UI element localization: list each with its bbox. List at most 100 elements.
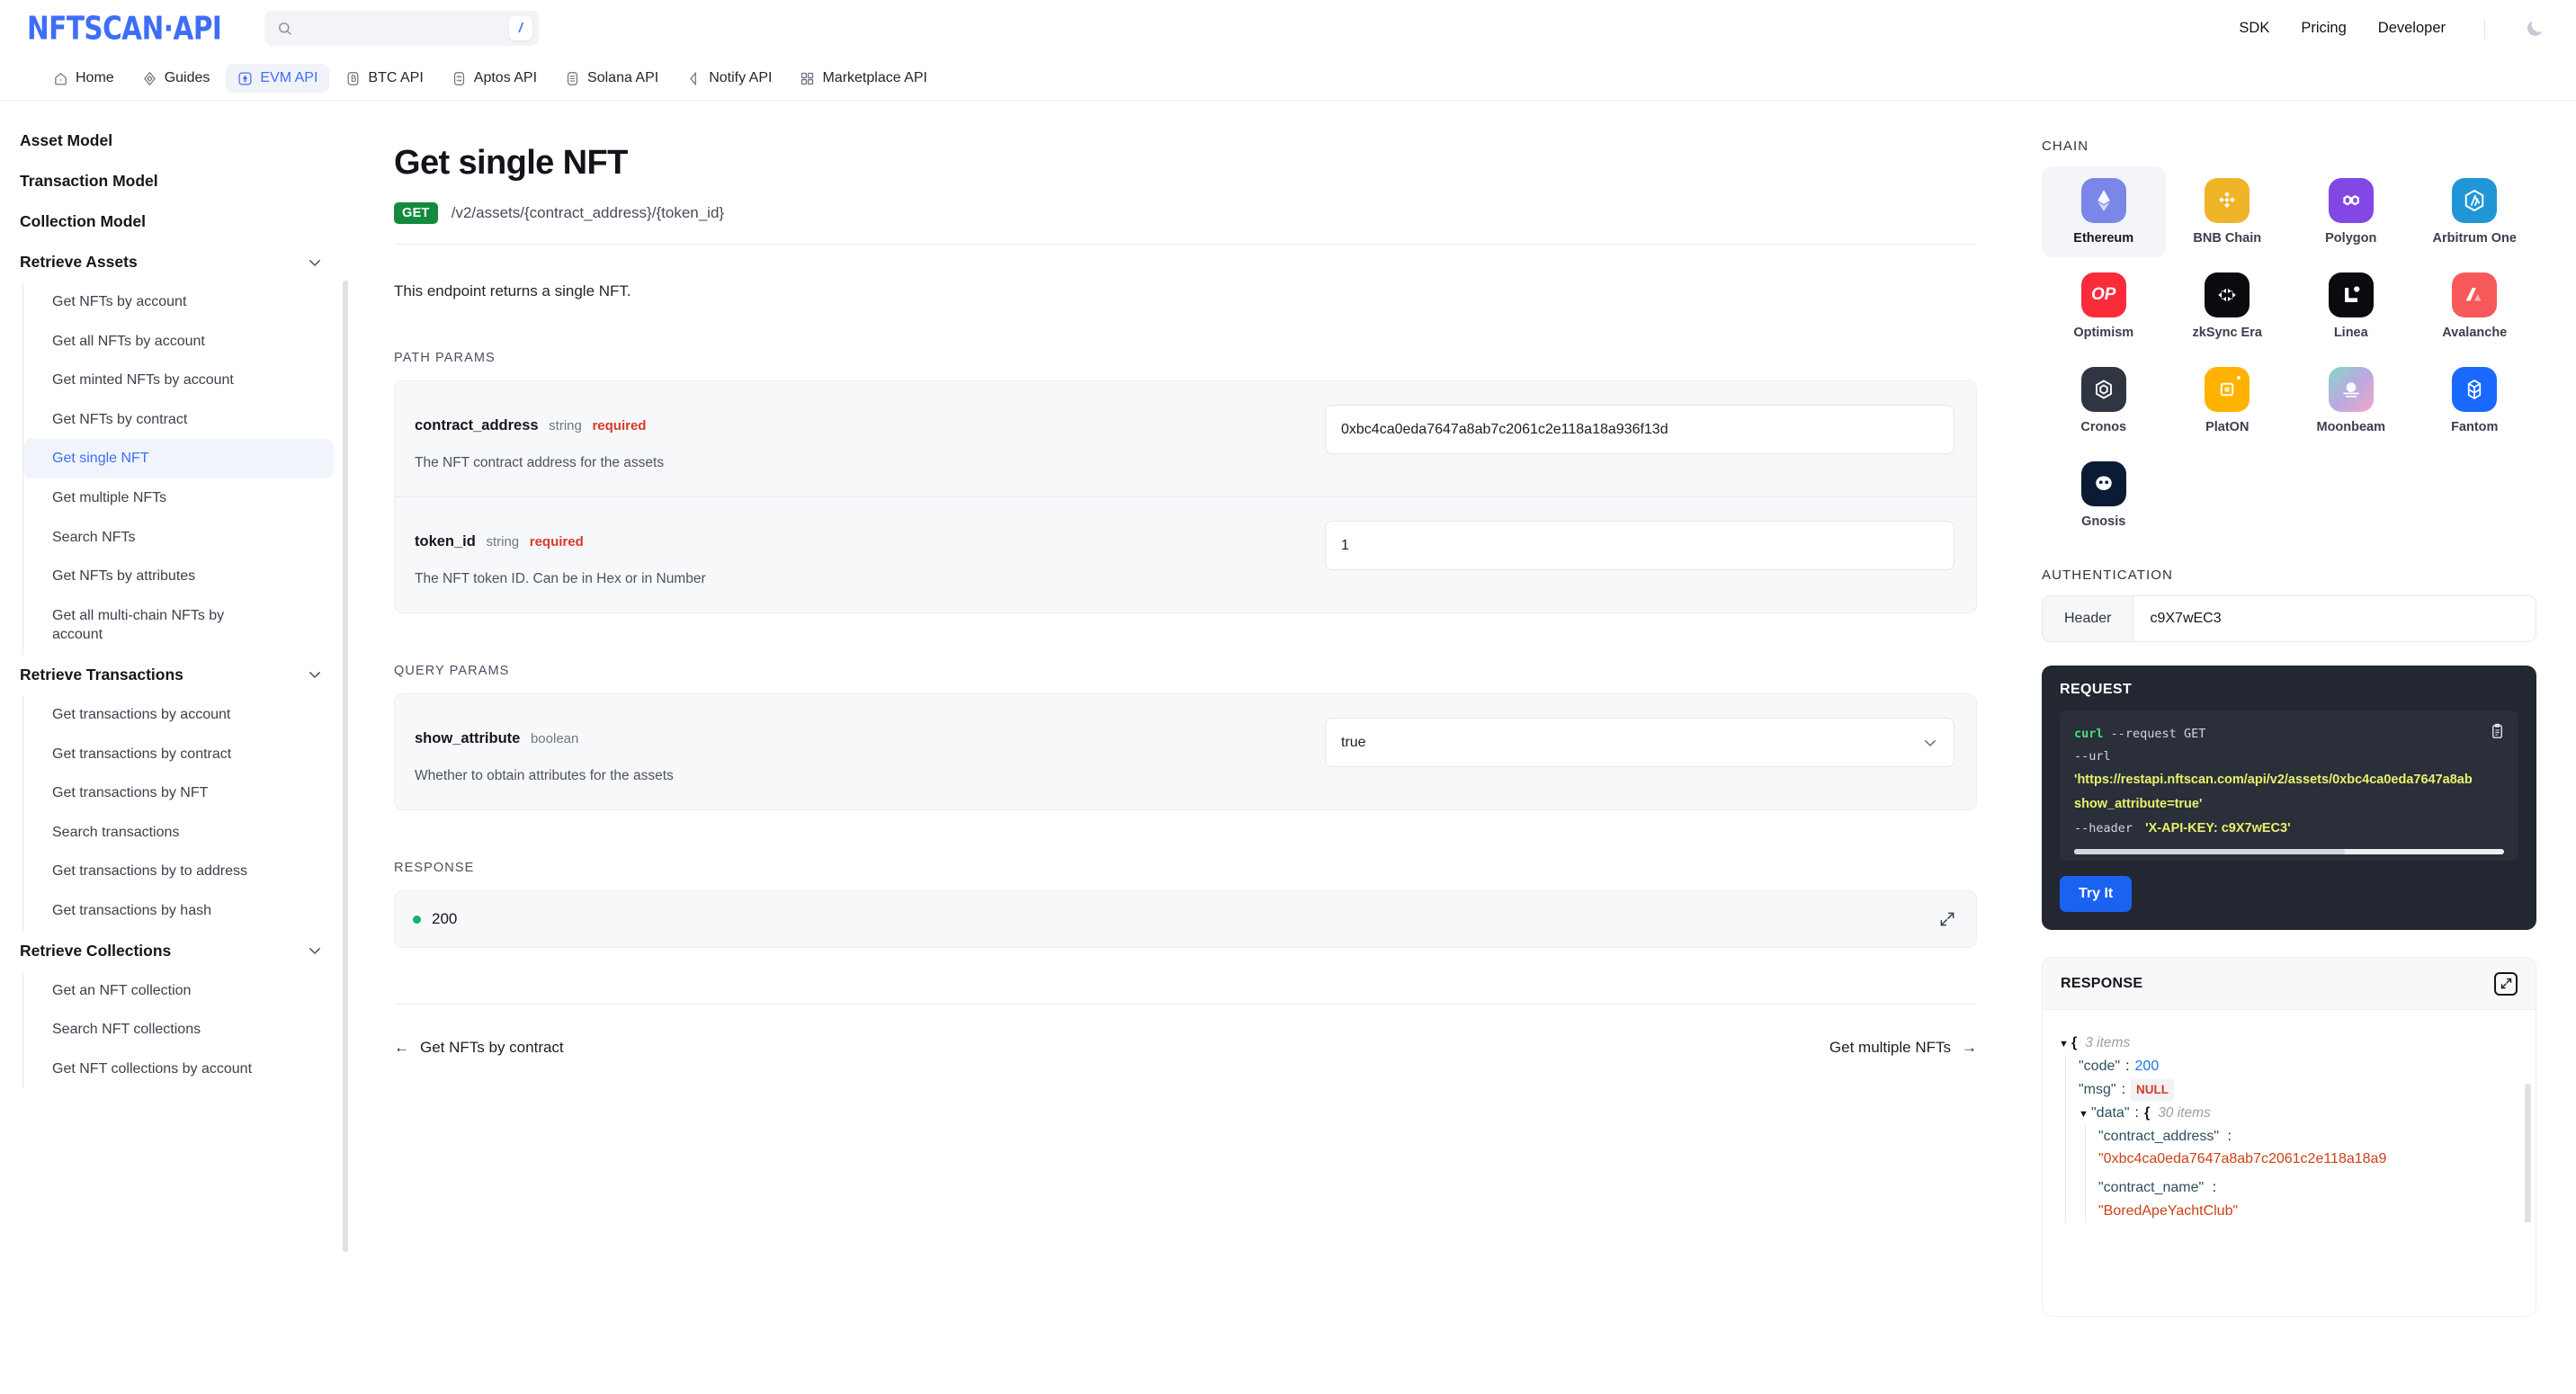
arbitrum-icon [2452,178,2498,223]
chain-optimism[interactable]: OP Optimism [2042,261,2166,352]
page-title: Get single NFT [394,144,628,182]
tab-solana-api[interactable]: Solana API [553,64,670,93]
chain-moonbeam[interactable]: Moonbeam [2289,355,2413,446]
sidebar-group-asset-model[interactable]: Asset Model [20,121,334,161]
sidebar-group-collection-model[interactable]: Collection Model [20,201,334,242]
code-line-3: 'https://restapi.nftscan.com/api/v2/asse… [2074,768,2504,792]
sidebar-item-get-nfts-by-contract[interactable]: Get NFTs by contract [23,400,334,440]
chain-label: Fantom [2451,420,2499,434]
json-open-brace-data: { [2143,1104,2151,1121]
code-header-value: 'X-API-KEY: c9X7wEC3' [2145,821,2291,836]
tab-home-label: Home [76,70,114,85]
tab-home[interactable]: Home [41,64,126,93]
caret-down-icon[interactable]: ▼ [2059,1037,2071,1053]
response-json-scrollbar[interactable] [2525,1084,2531,1223]
clipboard-icon[interactable] [2489,723,2506,740]
tab-notify-api[interactable]: Notify API [675,64,783,93]
chain-label: Arbitrum One [2432,231,2517,246]
param-label: token_id [415,533,476,550]
sidebar-item-search-nfts[interactable]: Search NFTs [23,518,334,558]
sidebar-item-get-minted-nfts-by-account[interactable]: Get minted NFTs by account [23,361,334,400]
json-value-contract-address: "0xbc4ca0eda7647a8ab7c2061c2e118a18a9 [2098,1151,2387,1167]
sidebar-group-label: Asset Model [20,131,113,149]
nftscan-logo[interactable]: NFTSCAN·API [27,10,222,47]
sidebar-item-search-transactions[interactable]: Search transactions [23,813,334,853]
chain-fantom[interactable]: Fantom [2413,355,2537,446]
expand-icon[interactable] [2494,971,2518,996]
pager-prev-link[interactable]: ← Get NFTs by contract [394,1039,564,1057]
chain-linea[interactable]: Linea [2289,261,2413,352]
sidebar-item-get-transactions-by-contract[interactable]: Get transactions by contract [23,735,334,774]
code-horizontal-scrollbar[interactable] [2074,849,2504,855]
auth-type-tag[interactable]: Header [2043,596,2134,641]
path-params-label: PATH PARAMS [394,351,496,365]
sidebar-item-search-nft-collections[interactable]: Search NFT collections [23,1010,334,1050]
tab-aptos-api[interactable]: Aptos API [440,64,549,93]
chain-zksync[interactable]: zkSync Era [2166,261,2290,352]
sidebar-item-get-nfts-by-account[interactable]: Get NFTs by account [23,282,334,322]
expand-icon[interactable] [1938,910,1956,928]
search-input[interactable] [300,21,509,36]
sidebar-item-get-transactions-by-hash[interactable]: Get transactions by hash [23,891,334,931]
json-root-row[interactable]: ▼ { 3 items [2059,1032,2519,1055]
response-status-card[interactable]: 200 [394,890,1977,948]
contract-address-input[interactable] [1341,421,1938,438]
chain-arbitrum[interactable]: Arbitrum One [2413,166,2537,257]
code-flag: --request [2110,727,2177,741]
sidebar-item-get-an-nft-collection[interactable]: Get an NFT collection [23,971,334,1011]
top-nav-developer[interactable]: Developer [2378,20,2446,37]
linea-icon [2328,273,2374,317]
tab-evm-api[interactable]: EVM API [226,64,330,93]
chain-label: Avalanche [2442,326,2508,340]
token-id-input[interactable] [1341,537,1938,554]
param-required-flag: required [529,534,584,550]
top-nav: SDK Pricing Developer [2239,18,2545,40]
sidebar-item-get-single-nft[interactable]: Get single NFT [23,439,334,478]
chain-label: Gnosis [2081,514,2126,529]
tab-guides[interactable]: Guides [130,64,222,93]
sidebar-item-get-nft-collections-by-account[interactable]: Get NFT collections by account [23,1050,334,1089]
sidebar-item-get-nfts-by-attributes[interactable]: Get NFTs by attributes [23,557,334,596]
json-row-code: "code" : 200 [2079,1055,2519,1078]
token-id-field[interactable] [1325,521,1954,570]
sidebar-group-retrieve-assets[interactable]: Retrieve Assets [20,242,334,282]
sidebar-group-transaction-model[interactable]: Transaction Model [20,161,334,201]
caret-down-icon[interactable]: ▼ [2079,1107,2091,1123]
chain-polygon[interactable]: Polygon [2289,166,2413,257]
top-nav-sdk[interactable]: SDK [2239,20,2269,37]
contract-address-field[interactable] [1325,405,1954,454]
chain-gnosis[interactable]: Gnosis [2042,450,2166,541]
request-code-block[interactable]: curl --request GET --url 'https://restap… [2060,710,2518,862]
moon-icon[interactable] [2524,18,2545,40]
chain-ethereum[interactable]: Ethereum [2042,166,2166,257]
chain-cronos[interactable]: Cronos [2042,355,2166,446]
sidebar-group-retrieve-transactions[interactable]: Retrieve Transactions [20,655,334,695]
top-nav-pricing[interactable]: Pricing [2301,20,2346,37]
param-name-show-attribute: show_attribute boolean [415,730,1307,747]
query-params-card: show_attribute boolean Whether to obtain… [394,693,1977,810]
sidebar-item-get-transactions-by-to-address[interactable]: Get transactions by to address [23,852,334,891]
tab-marketplace-api[interactable]: Marketplace API [788,64,939,93]
code-flag-header: --header [2074,821,2133,836]
show-attribute-select[interactable]: true [1325,718,1954,767]
json-row-data[interactable]: ▼ "data" : { 30 items [2079,1102,2519,1125]
aptos-icon [453,71,464,85]
param-label: show_attribute [415,730,521,746]
chain-label: BNB Chain [2193,231,2262,246]
sidebar-item-get-multiple-nfts[interactable]: Get multiple NFTs [23,478,334,518]
sidebar-item-get-all-nfts-by-account[interactable]: Get all NFTs by account [23,322,334,362]
chain-bnb[interactable]: BNB Chain [2166,166,2290,257]
chain-avalanche[interactable]: Avalanche [2413,261,2537,352]
search-box[interactable]: / [264,11,539,46]
tab-btc-api[interactable]: BTC API [334,64,434,93]
try-it-button[interactable]: Try It [2060,876,2133,913]
sidebar-group-retrieve-collections[interactable]: Retrieve Collections [20,931,334,971]
sidebar-item-get-transactions-by-nft[interactable]: Get transactions by NFT [23,773,334,813]
sidebar-item-get-all-multi-chain-nfts-by-account[interactable]: Get all multi-chain NFTs by account [23,596,275,655]
chain-platon[interactable]: PlatON [2166,355,2290,446]
sidebar-scrollbar[interactable] [343,281,348,1252]
pager-next-link[interactable]: Get multiple NFTs → [1829,1039,1977,1057]
sidebar-item-get-transactions-by-account[interactable]: Get transactions by account [23,695,334,735]
api-key-input[interactable] [2133,596,2536,641]
notify-icon [690,71,697,85]
